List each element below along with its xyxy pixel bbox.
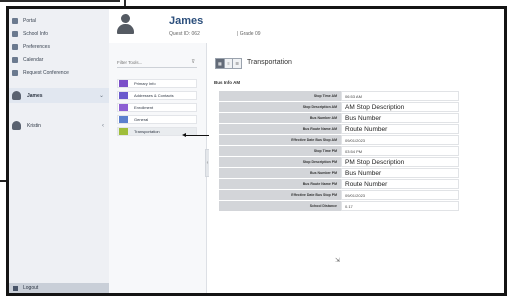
transport-fields: Stop Time AM 06:53 AM Stop Description AM A… <box>219 91 459 212</box>
field-value: PM Stop Description <box>341 157 459 167</box>
student-id: Quest ID: 062 <box>169 31 200 37</box>
user-avatar-icon <box>12 91 21 100</box>
mouse-cursor-icon: ⇲ <box>335 258 341 264</box>
menu-item-swatch <box>119 104 128 111</box>
sidebar: Portal School Info Preferences Calendar … <box>9 9 110 293</box>
user-avatar-icon <box>12 121 21 130</box>
sidebar-item-label: Preferences <box>23 43 50 50</box>
menu-item-enrollment[interactable]: Enrollment <box>117 103 197 112</box>
field-label: Stop Description PM <box>219 157 341 167</box>
field-row: Bus Number PM Bus Number <box>219 168 459 179</box>
sidebar-item-label: Request Conference <box>23 69 69 76</box>
gear-icon <box>12 43 18 50</box>
view-toggle-grid-icon[interactable]: ▦ <box>216 59 225 68</box>
transportation-panel: ▦ ≡ ☰ Transportation Bus Info AM Stop Ti… <box>209 43 504 293</box>
field-row: Stop Time PM 03:54 PM <box>219 146 459 157</box>
menu-item-swatch <box>119 116 128 123</box>
menu-item-swatch <box>119 92 128 99</box>
field-label: Effective Date Bus Stop AM <box>219 135 341 145</box>
callout-arrow <box>185 135 210 136</box>
field-row: Effective Date Bus Stop AM 09/01/2023 <box>219 135 459 146</box>
field-row: Stop Description AM AM Stop Description <box>219 102 459 113</box>
student-name: James <box>169 15 204 27</box>
sidebar-item-request-conference[interactable]: Request Conference <box>12 67 69 78</box>
sidebar-user-label: Kristin <box>27 122 41 129</box>
page-title: Transportation <box>247 59 292 66</box>
field-row: Bus Route Name AM Route Number <box>219 124 459 135</box>
field-label: School Distance <box>219 201 341 211</box>
menu-item-label: Transportation <box>134 129 160 134</box>
field-label: Stop Time PM <box>219 146 341 156</box>
menu-item-label: General <box>134 117 149 122</box>
logout-button[interactable]: Logout <box>9 283 109 293</box>
chevron-left-icon: ‹ <box>102 122 104 129</box>
calendar-icon <box>12 56 18 63</box>
top-edge-line <box>0 0 120 2</box>
field-value: 09/01/2023 <box>341 190 459 200</box>
field-label: Bus Route Name AM <box>219 124 341 134</box>
sidebar-user-label: James <box>27 92 43 99</box>
field-value: Route Number <box>341 179 459 189</box>
sidebar-item-label: Calendar <box>23 56 44 63</box>
student-grade: | Grade 09 <box>237 31 261 37</box>
chevron-down-icon: ⌄ <box>98 93 104 99</box>
logout-icon <box>13 285 18 291</box>
sidebar-item-school-info[interactable]: School Info <box>12 28 48 39</box>
field-label: Bus Route Name PM <box>219 179 341 189</box>
sidebar-item-label: School Info <box>23 30 49 37</box>
field-value: 06:53 AM <box>341 91 459 101</box>
sidebar-user-other[interactable]: Kristin ‹ <box>9 118 109 133</box>
field-row: Bus Route Name PM Route Number <box>219 179 459 190</box>
field-label: Effective Date Bus Stop PM <box>219 190 341 200</box>
field-value: 09/01/2023 <box>341 135 459 145</box>
student-avatar-icon <box>117 14 134 34</box>
sidebar-item-portal[interactable]: Portal <box>12 15 36 26</box>
student-header: James Quest ID: 062 | Grade 09 <box>109 9 504 43</box>
logout-label: Logout <box>23 285 39 291</box>
view-toggle-list-icon[interactable]: ≡ <box>224 59 234 68</box>
field-value: 0.17 <box>341 201 459 211</box>
field-row: Stop Time AM 06:53 AM <box>219 91 459 102</box>
field-row: Stop Description PM PM Stop Description <box>219 157 459 168</box>
field-row: School Distance 0.17 <box>219 201 459 212</box>
menu-item-addresses-contacts[interactable]: Addresses & Contacts <box>117 91 197 100</box>
info-icon <box>12 30 18 37</box>
menu-item-swatch <box>119 80 128 87</box>
field-label: Bus Number AM <box>219 113 341 123</box>
tool-menu: ⊽ Primary Info Addresses & Contacts Enro… <box>109 43 220 293</box>
menu-item-label: Enrollment <box>134 105 154 110</box>
view-toggle: ▦ ≡ ☰ <box>215 58 242 69</box>
menu-item-label: Addresses & Contacts <box>134 93 174 98</box>
sidebar-item-preferences[interactable]: Preferences <box>12 41 50 52</box>
field-value: Bus Number <box>341 168 459 178</box>
filter-box: ⊽ <box>117 57 197 68</box>
field-label: Stop Description AM <box>219 102 341 112</box>
sidebar-item-calendar[interactable]: Calendar <box>12 54 43 65</box>
field-row: Bus Number AM Bus Number <box>219 113 459 124</box>
field-label: Bus Number PM <box>219 168 341 178</box>
menu-item-label: Primary Info <box>134 81 156 86</box>
menu-item-primary-info[interactable]: Primary Info <box>117 79 197 88</box>
section-subtitle: Bus Info AM <box>214 80 241 85</box>
field-row: Effective Date Bus Stop PM 09/01/2023 <box>219 190 459 201</box>
home-icon <box>12 17 18 24</box>
conference-icon <box>12 69 18 76</box>
field-value: Bus Number <box>341 113 459 123</box>
field-value: AM Stop Description <box>341 102 459 112</box>
app-window: Portal School Info Preferences Calendar … <box>6 6 507 296</box>
menu-item-general[interactable]: General <box>117 115 197 124</box>
field-value: 03:54 PM <box>341 146 459 156</box>
view-toggle-detail-icon[interactable]: ☰ <box>233 59 242 68</box>
menu-item-swatch <box>119 128 128 135</box>
sidebar-user-current[interactable]: James ⌄ <box>9 88 109 103</box>
filter-icon[interactable]: ⊽ <box>191 59 195 65</box>
sidebar-item-label: Portal <box>23 17 37 24</box>
field-value: Route Number <box>341 124 459 134</box>
field-label: Stop Time AM <box>219 91 341 101</box>
filter-input[interactable] <box>117 57 177 67</box>
